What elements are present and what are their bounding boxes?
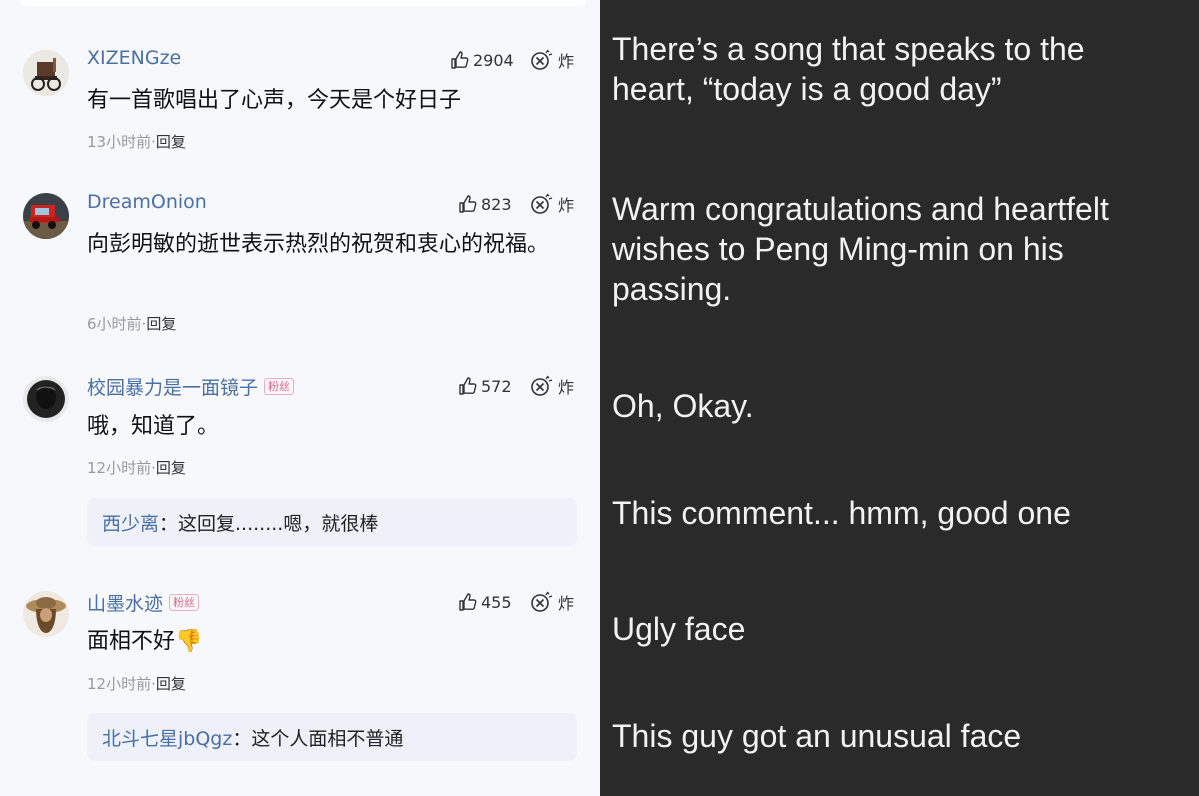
comment-text: 哦，知道了。 (87, 414, 220, 439)
thumbs-up-icon (459, 377, 477, 395)
user-avatar[interactable] (23, 376, 69, 422)
translation-text: Oh, Okay. (612, 388, 754, 424)
comment-panel: XIZENGze 2904 炸 有一首歌唱出了心声，今天是个好日子 13小时前·… (0, 0, 600, 796)
comment-meta: 12小时前·回复 (87, 675, 186, 693)
boom-button[interactable]: 炸 (530, 374, 574, 398)
translation-text: This guy got an unusual face (612, 718, 1022, 754)
wheelchair-avatar-icon (23, 50, 69, 96)
translation-text: Ugly face (612, 611, 746, 647)
thumbs-up-icon (459, 195, 477, 213)
like-count: 823 (481, 194, 512, 214)
timestamp: 12小时前 (87, 675, 152, 693)
user-avatar[interactable] (23, 591, 69, 637)
boom-label: 炸 (558, 52, 575, 71)
thumbs-down-emoji-icon: 👎 (175, 629, 203, 654)
username[interactable]: XIZENGze (87, 47, 181, 69)
boom-button[interactable]: 炸 (530, 192, 574, 216)
boom-icon (531, 591, 553, 612)
comment-meta: 13小时前·回复 (87, 133, 186, 151)
timestamp: 13小时前 (87, 133, 152, 151)
like-button[interactable]: 572 (458, 376, 530, 396)
username[interactable]: 山墨水迹 粉丝 (87, 589, 200, 616)
translation-text: This comment... hmm, good one (612, 495, 1071, 531)
comment-text: 向彭明敏的逝世表示热烈的祝贺和衷心的祝福。 (87, 232, 550, 257)
boom-icon (531, 49, 553, 70)
user-avatar[interactable] (23, 50, 69, 96)
fan-badge: 粉丝 (264, 378, 295, 395)
boom-button[interactable]: 炸 (530, 590, 574, 614)
translation-text: There’s a song that speaks to the heart,… (612, 31, 1085, 107)
timestamp: 6小时前 (87, 315, 142, 333)
boom-label: 炸 (558, 196, 575, 215)
like-button[interactable]: 2904 (450, 50, 530, 70)
thumbs-up-icon (459, 593, 477, 611)
username[interactable]: DreamOnion (87, 191, 207, 213)
like-count: 2904 (473, 50, 514, 70)
boom-button[interactable]: 炸 (530, 48, 574, 72)
truck-avatar-icon (23, 193, 69, 239)
like-button[interactable]: 823 (458, 194, 530, 214)
comment-meta: 6小时前·回复 (87, 315, 177, 333)
reply-button[interactable]: 回复 (156, 133, 186, 151)
boom-icon (531, 375, 553, 396)
like-count: 572 (481, 376, 512, 396)
mask-avatar-icon (23, 376, 69, 422)
previous-card-edge (20, 0, 586, 6)
fan-badge: 粉丝 (169, 594, 200, 611)
sub-reply[interactable]: 北斗七星jbQgz ：这个人面相不普通 (87, 713, 577, 761)
reply-button[interactable]: 回复 (156, 675, 186, 693)
hat-avatar-icon (23, 591, 69, 637)
thumbs-up-icon (451, 51, 469, 69)
boom-label: 炸 (558, 378, 575, 397)
translation-text: Warm congratulations and heartfelt wishe… (612, 191, 1109, 307)
reply-button[interactable]: 回复 (156, 459, 186, 477)
timestamp: 12小时前 (87, 459, 152, 477)
sub-reply-text: ：这个人面相不普通 (232, 727, 404, 750)
like-button[interactable]: 455 (458, 592, 530, 612)
sub-reply-username[interactable]: 北斗七星jbQgz (102, 724, 232, 751)
sub-reply-text: ：这回复........嗯，就很棒 (159, 512, 379, 535)
boom-icon (531, 193, 553, 214)
boom-label: 炸 (558, 594, 575, 613)
sub-reply-username[interactable]: 西少离 (102, 509, 159, 536)
sub-reply[interactable]: 西少离 ：这回复........嗯，就很棒 (87, 498, 577, 546)
user-avatar[interactable] (23, 193, 69, 239)
username[interactable]: 校园暴力是一面镜子 粉丝 (87, 373, 295, 400)
comment-meta: 12小时前·回复 (87, 459, 186, 477)
reply-button[interactable]: 回复 (146, 315, 176, 333)
comment-text: 面相不好👎 (87, 629, 203, 654)
comment-text: 有一首歌唱出了心声，今天是个好日子 (87, 88, 462, 113)
like-count: 455 (481, 592, 512, 612)
